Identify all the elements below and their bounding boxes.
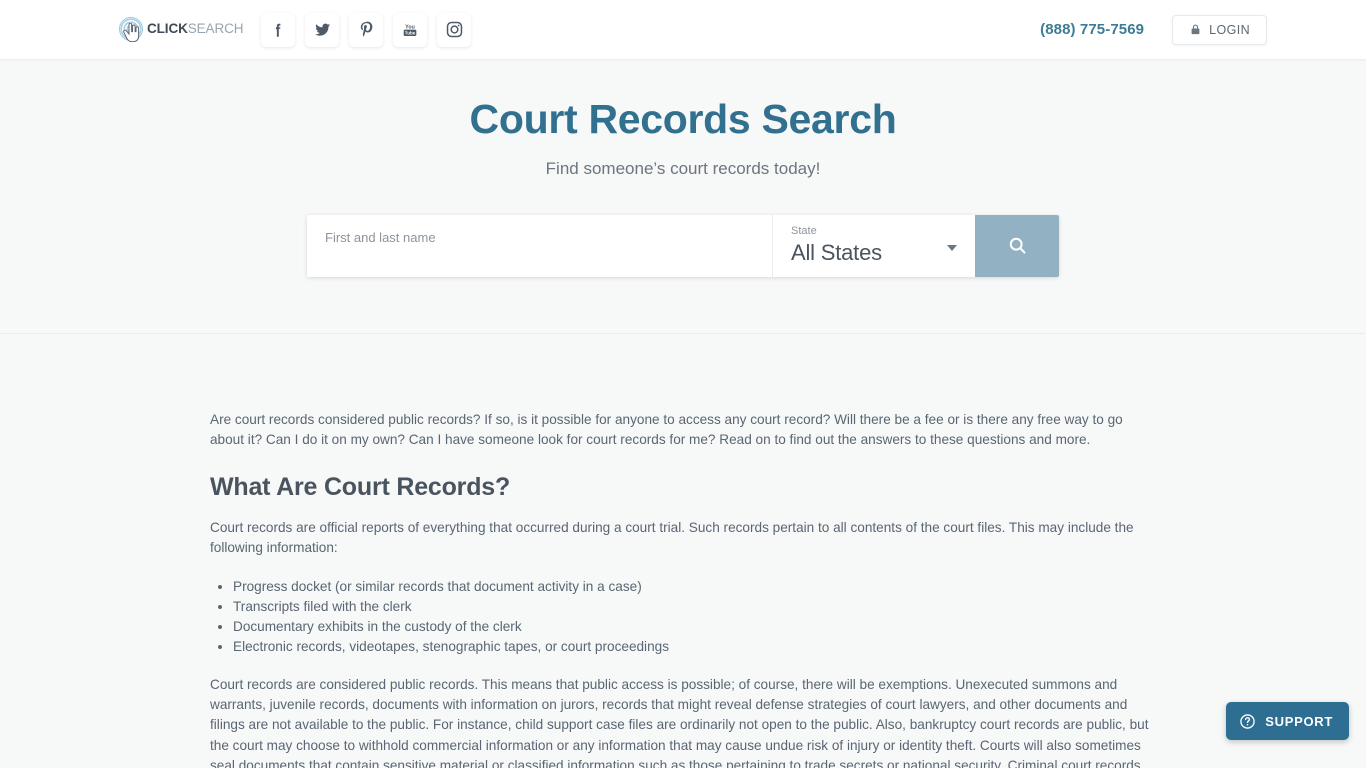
youtube-icon: You Tube	[404, 24, 417, 36]
state-select-label: State	[791, 224, 817, 237]
section-heading-what-are-court-records: What Are Court Records?	[210, 472, 511, 501]
logo-wordmark: CLICKSEARCH	[147, 21, 244, 37]
search-icon	[1009, 238, 1026, 254]
twitter-icon	[315, 23, 330, 36]
social-link-twitter[interactable]	[305, 12, 340, 47]
svg-text:You: You	[406, 24, 416, 30]
paragraph-public-records: Court records are considered public reco…	[210, 676, 1149, 768]
chevron-down-icon	[947, 244, 957, 251]
page-subtitle: Find someone’s court records today!	[545, 158, 821, 178]
fingerprint-click-icon	[118, 16, 146, 44]
list-item: Progress docket (or similar records that…	[233, 577, 1156, 597]
list-item: Documentary exhibits in the custody of t…	[233, 617, 1156, 637]
svg-text:Tube: Tube	[405, 30, 416, 35]
hero-section: Court Records Search Find someone’s cour…	[0, 59, 1366, 334]
logo-text-light: SEARCH	[187, 21, 244, 37]
paragraph-court-records-definition: Court records are official reports of ev…	[210, 519, 1134, 556]
site-header: CLICKSEARCH You Tube (888) 775-7569 LOGI…	[0, 0, 1366, 59]
name-field-wrapper[interactable]	[307, 214, 773, 277]
pinterest-icon	[360, 21, 373, 37]
list-item: Electronic records, videotapes, stenogra…	[233, 637, 1156, 657]
state-select[interactable]: State All States	[773, 215, 975, 277]
search-bar: State All States	[307, 214, 1059, 277]
hand-cursor-icon	[123, 22, 140, 42]
support-widget[interactable]: SUPPORT	[1226, 702, 1349, 740]
social-links: You Tube	[261, 12, 472, 47]
facebook-icon	[276, 23, 281, 37]
header-left-group: CLICKSEARCH You Tube	[118, 10, 472, 50]
logo-text-bold: CLICK	[147, 21, 188, 37]
social-link-pinterest[interactable]	[349, 12, 384, 47]
header-right-group: (888) 775-7569 LOGIN	[1040, 14, 1267, 45]
social-link-youtube[interactable]: You Tube	[393, 12, 428, 47]
social-link-facebook[interactable]	[261, 12, 296, 47]
lock-icon	[1191, 24, 1200, 35]
question-circle-icon	[1240, 713, 1256, 729]
article-content: Are court records considered public reco…	[210, 334, 1156, 768]
instagram-icon	[446, 21, 463, 38]
support-widget-label: SUPPORT	[1265, 713, 1333, 729]
search-submit-button[interactable]	[975, 214, 1059, 277]
intro-paragraph: Are court records considered public reco…	[210, 411, 1123, 448]
social-link-instagram[interactable]	[437, 12, 472, 47]
court-records-list: Progress docket (or similar records that…	[210, 577, 1156, 657]
search-input[interactable]	[325, 229, 772, 245]
list-item: Transcripts filed with the clerk	[233, 597, 1156, 617]
phone-number-link[interactable]: (888) 775-7569	[1040, 21, 1144, 38]
site-logo[interactable]: CLICKSEARCH	[118, 10, 244, 50]
state-select-value: All States	[791, 240, 882, 266]
login-button-label: LOGIN	[1209, 22, 1250, 37]
login-button[interactable]: LOGIN	[1172, 14, 1267, 45]
page-title: Court Records Search	[469, 96, 897, 142]
